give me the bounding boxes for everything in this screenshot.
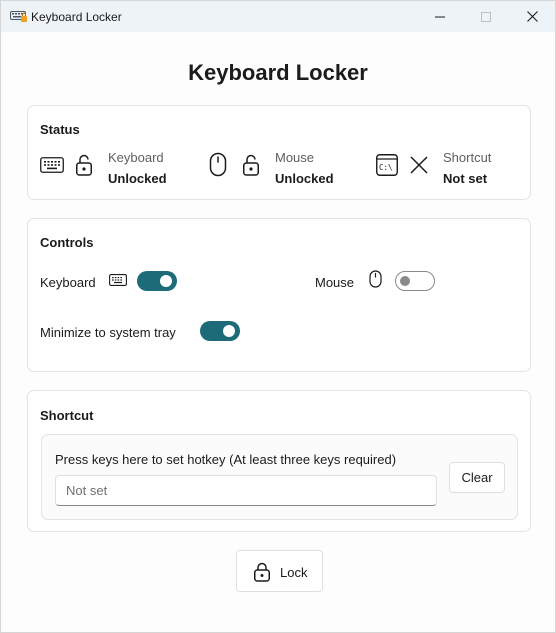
hotkey-input[interactable] [55,475,437,506]
tray-toggle-label: Minimize to system tray [40,325,176,340]
lock-button-label: Lock [280,565,308,580]
minimize-icon [435,16,445,17]
hotkey-instruction: Press keys here to set hotkey (At least … [55,452,397,467]
mouse-lock-toggle[interactable] [395,271,435,291]
minimize-to-tray-toggle[interactable] [200,321,240,341]
keyboard-lock-app-icon [10,9,28,23]
mouse-status-label: Mouse [275,150,315,165]
toggle-knob [400,276,410,286]
shortcut-card-title: Shortcut [40,408,94,423]
keyboard-status-value: Unlocked [108,171,167,186]
lock-icon [253,562,271,587]
status-card-title: Status [40,122,80,137]
mouse-status-value: Unlocked [275,171,334,186]
shortcut-status-label: Shortcut [443,150,492,165]
mouse-status: Mouse Unlocked [209,150,369,190]
toggle-knob [160,275,172,287]
keyboard-icon [109,273,127,291]
keyboard-toggle-label: Keyboard [40,275,96,290]
hotkey-panel: Press keys here to set hotkey (At least … [41,434,518,520]
page-title: Keyboard Locker [188,60,368,85]
window-title: Keyboard Locker [31,10,122,24]
clear-button[interactable]: Clear [449,462,505,493]
toggle-knob [223,325,235,337]
shortcut-status-value: Not set [443,171,488,186]
close-button[interactable] [509,1,555,32]
unlock-icon [75,153,93,182]
title-bar[interactable]: Keyboard Locker [1,1,555,32]
keyboard-status: Keyboard Unlocked [40,150,200,190]
mouse-icon [209,152,227,183]
close-icon [526,11,538,22]
minimize-button[interactable] [417,1,463,32]
maximize-button[interactable] [463,1,509,32]
lock-button[interactable]: Lock [236,550,323,592]
terminal-icon: C:\ [376,154,398,181]
keyboard-icon [40,157,64,178]
controls-card-title: Controls [40,235,94,250]
mouse-icon [369,270,382,293]
svg-text:C:\: C:\ [379,163,393,172]
unlock-icon [242,153,260,182]
status-card: Status Keyboard Unlocked Mouse Unlocked … [27,105,531,200]
mouse-toggle-label: Mouse [315,275,355,290]
app-window: Keyboard Locker Keyboard Locker Status K… [0,0,556,633]
controls-card: Controls Keyboard Mouse Minimize to syst… [27,218,531,372]
x-icon [409,155,429,180]
shortcut-card: Shortcut Press keys here to set hotkey (… [27,390,531,532]
keyboard-status-label: Keyboard [108,150,164,165]
maximize-icon [481,11,491,22]
keyboard-lock-toggle[interactable] [137,271,177,291]
shortcut-status: C:\ Shortcut Not set [376,150,526,190]
